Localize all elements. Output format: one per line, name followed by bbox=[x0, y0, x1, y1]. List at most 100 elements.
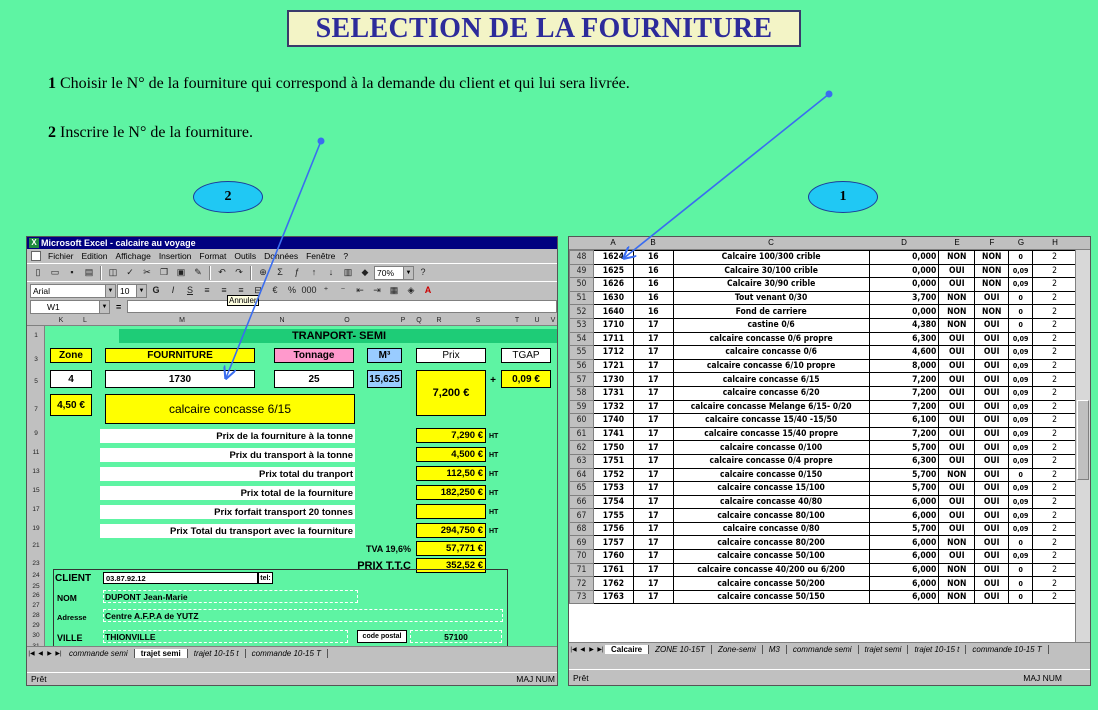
group-cell[interactable]: 17 bbox=[632, 372, 674, 387]
f-cell[interactable]: OUI bbox=[974, 535, 1010, 551]
client-phone[interactable]: 03.87.92.12 bbox=[103, 572, 258, 584]
zone-cell[interactable]: 2 bbox=[1032, 508, 1077, 523]
ville-value[interactable]: THIONVILLE bbox=[105, 630, 305, 643]
formula-input[interactable] bbox=[127, 300, 557, 313]
nom-value[interactable]: DUPONT Jean-Marie bbox=[105, 590, 305, 603]
e-cell[interactable]: OUI bbox=[938, 440, 976, 455]
underline-icon[interactable]: S bbox=[182, 283, 198, 298]
code-cell[interactable]: 1625 bbox=[592, 263, 634, 279]
menu-insertion[interactable]: Insertion bbox=[158, 251, 193, 261]
col-header-v[interactable]: V bbox=[547, 317, 557, 324]
group-cell[interactable]: 17 bbox=[632, 426, 674, 442]
e-cell[interactable]: OUI bbox=[938, 549, 976, 564]
chart-icon[interactable]: ▥ bbox=[340, 265, 356, 280]
price-cell[interactable]: 0,000 bbox=[868, 304, 940, 319]
prev-sheet-icon[interactable]: ◀ bbox=[578, 646, 587, 653]
zone-cell[interactable]: 2 bbox=[1032, 345, 1077, 360]
tab-calcaire[interactable]: Calcaire bbox=[605, 645, 650, 654]
designation-cell[interactable]: calcaire concasse 0/6 bbox=[672, 345, 870, 360]
tab-zone-10-15t[interactable]: ZONE 10-15T bbox=[649, 645, 712, 654]
e-cell[interactable]: OUI bbox=[938, 481, 976, 496]
row-number[interactable]: 15 bbox=[27, 487, 45, 494]
increase-decimal-icon[interactable]: ⁺ bbox=[318, 283, 334, 298]
group-cell[interactable]: 16 bbox=[632, 263, 674, 279]
e-cell[interactable]: OUI bbox=[938, 331, 976, 347]
tab-m3[interactable]: M3 bbox=[763, 645, 787, 654]
col-header-p[interactable]: P bbox=[397, 317, 409, 324]
col-header-f[interactable]: F bbox=[975, 238, 1009, 247]
row-number[interactable]: 60 bbox=[569, 413, 594, 428]
code-cell[interactable]: 1711 bbox=[592, 331, 634, 347]
new-icon[interactable]: ▯ bbox=[30, 265, 46, 280]
zone-cell[interactable]: 2 bbox=[1032, 440, 1077, 455]
tgap-cell[interactable]: 0 bbox=[1008, 250, 1034, 265]
group-cell[interactable]: 16 bbox=[632, 277, 674, 292]
group-cell[interactable]: 16 bbox=[632, 250, 674, 265]
tgap-cell[interactable]: 0,09 bbox=[1008, 358, 1034, 374]
f-cell[interactable]: OUI bbox=[974, 345, 1010, 360]
document-icon[interactable] bbox=[31, 251, 41, 261]
f-cell[interactable]: OUI bbox=[974, 426, 1010, 442]
price-cell[interactable]: 6,000 bbox=[868, 508, 940, 523]
f-cell[interactable]: OUI bbox=[974, 331, 1010, 347]
zone-cell[interactable]: 2 bbox=[1032, 304, 1077, 319]
chevron-down-icon[interactable]: ▼ bbox=[136, 284, 146, 297]
tgap-cell[interactable]: 0,09 bbox=[1008, 426, 1034, 442]
tgap-cell[interactable]: 0 bbox=[1008, 576, 1034, 591]
row-number[interactable]: 65 bbox=[569, 481, 594, 496]
bold-icon[interactable]: G bbox=[148, 283, 164, 298]
tab-commande-10-15t[interactable]: commande 10-15 T bbox=[246, 648, 329, 658]
zone-cell[interactable]: 2 bbox=[1032, 399, 1077, 415]
menu-edition[interactable]: Edition bbox=[81, 251, 109, 261]
e-cell[interactable]: NON bbox=[938, 562, 976, 578]
tgap-cell[interactable]: 0,09 bbox=[1008, 345, 1034, 360]
tgap-cell[interactable]: 0,09 bbox=[1008, 508, 1034, 523]
chevron-down-icon[interactable]: ▼ bbox=[403, 266, 413, 279]
sort-ascending-icon[interactable]: ↑ bbox=[306, 265, 322, 280]
designation-cell[interactable]: calcaire concasse 40/80 bbox=[672, 494, 870, 510]
price-cell[interactable]: 6,300 bbox=[868, 453, 940, 469]
menu-affichage[interactable]: Affichage bbox=[115, 251, 152, 261]
code-cell[interactable]: 1730 bbox=[592, 372, 634, 387]
designation-cell[interactable]: calcaire concasse 80/200 bbox=[672, 535, 870, 551]
chevron-down-icon[interactable]: ▼ bbox=[105, 284, 115, 297]
row-number[interactable]: 19 bbox=[27, 525, 45, 532]
horizontal-scrollbar[interactable] bbox=[27, 659, 557, 672]
row-number[interactable]: 64 bbox=[569, 467, 594, 483]
f-cell[interactable]: OUI bbox=[974, 399, 1010, 415]
designation-cell[interactable]: calcaire concasse 50/150 bbox=[672, 589, 870, 605]
tab-commande-semi[interactable]: commande semi bbox=[787, 645, 859, 654]
row-number[interactable]: 11 bbox=[27, 449, 45, 456]
e-cell[interactable]: OUI bbox=[938, 399, 976, 415]
row-number[interactable]: 66 bbox=[569, 494, 594, 510]
col-header-o[interactable]: O bbox=[297, 317, 397, 324]
price-cell[interactable]: 6,000 bbox=[868, 549, 940, 564]
e-cell[interactable]: NON bbox=[938, 589, 976, 605]
designation-cell[interactable]: calcaire concasse 50/200 bbox=[672, 576, 870, 591]
price-cell[interactable]: 7,200 bbox=[868, 385, 940, 401]
tgap-cell[interactable]: 0,09 bbox=[1008, 263, 1034, 279]
hyperlink-icon[interactable]: ⊕ bbox=[255, 265, 271, 280]
price-cell[interactable]: 5,700 bbox=[868, 440, 940, 455]
designation-cell[interactable]: calcaire concasse 6/10 propre bbox=[672, 358, 870, 374]
zone-cell[interactable]: 2 bbox=[1032, 467, 1077, 483]
code-cell[interactable]: 1753 bbox=[592, 481, 634, 496]
code-cell[interactable]: 1752 bbox=[592, 467, 634, 483]
col-header-a[interactable]: A bbox=[593, 238, 633, 247]
row-number[interactable]: 5 bbox=[27, 378, 45, 385]
zone-cell[interactable]: 2 bbox=[1032, 250, 1077, 265]
zone-cell[interactable]: 2 bbox=[1032, 277, 1077, 292]
e-cell[interactable]: NON bbox=[938, 250, 976, 265]
e-cell[interactable]: OUI bbox=[938, 345, 976, 360]
row-number[interactable]: 25 bbox=[27, 583, 45, 590]
borders-icon[interactable]: ▦ bbox=[386, 283, 402, 298]
zone-cell[interactable]: 2 bbox=[1032, 589, 1077, 605]
price-cell[interactable]: 5,700 bbox=[868, 481, 940, 496]
zone-cell[interactable]: 2 bbox=[1032, 358, 1077, 374]
function-icon[interactable]: ƒ bbox=[289, 265, 305, 280]
row-number[interactable]: 7 bbox=[27, 406, 45, 413]
designation-cell[interactable]: calcaire concasse 6/15 bbox=[672, 372, 870, 387]
undo-icon[interactable]: ↶ bbox=[214, 265, 230, 280]
tgap-cell[interactable]: 0,09 bbox=[1008, 494, 1034, 510]
price-cell[interactable]: 8,000 bbox=[868, 358, 940, 374]
